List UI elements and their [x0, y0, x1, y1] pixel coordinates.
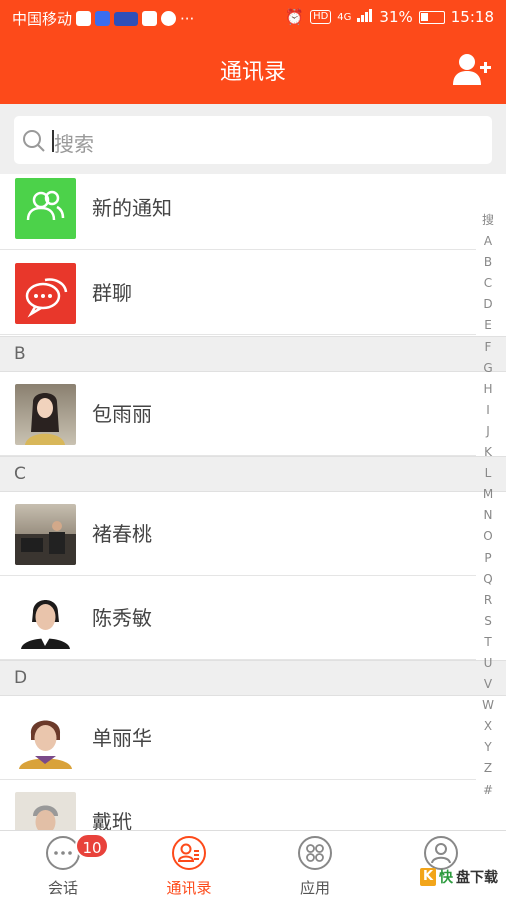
section-letter: D	[14, 668, 28, 688]
index-letter[interactable]: B	[484, 252, 492, 273]
index-letter[interactable]: K	[484, 442, 492, 463]
index-letter[interactable]: T	[484, 632, 491, 653]
news-notification-icon	[114, 11, 139, 26]
apps-grid-icon	[298, 836, 332, 870]
watermark-logo: K 快 盘下载	[420, 867, 498, 887]
battery-icon	[418, 10, 445, 24]
tab-label: 通讯录	[166, 879, 212, 897]
section-header-c: C	[0, 456, 506, 492]
contact-name: 褚春桃	[92, 522, 152, 546]
tab-apps[interactable]: 应用	[252, 831, 378, 900]
contact-row[interactable]: 陈秀敏	[0, 576, 476, 660]
contact-name: 单丽华	[92, 726, 152, 750]
list-item-new-notifications[interactable]: 新的通知	[0, 174, 476, 250]
add-contact-button[interactable]	[452, 52, 492, 86]
index-letter[interactable]: P	[484, 548, 491, 569]
index-letter[interactable]: #	[483, 780, 493, 801]
index-letter[interactable]: R	[484, 590, 492, 611]
index-letter[interactable]: E	[484, 315, 492, 336]
contact-row[interactable]: 褚春桃	[0, 492, 476, 576]
index-letter[interactable]: F	[485, 337, 492, 358]
section-letter: B	[14, 344, 26, 364]
index-letter[interactable]: J	[486, 421, 490, 442]
contact-row[interactable]: 戴玳	[0, 780, 476, 830]
profile-notification-icon	[142, 11, 158, 26]
index-letter[interactable]: G	[483, 358, 492, 379]
index-letter[interactable]: S	[484, 611, 492, 632]
index-letter[interactable]: A	[484, 231, 492, 252]
watermark-text-1: 快	[439, 870, 453, 886]
add-user-icon	[453, 54, 491, 85]
item-label: 群聊	[92, 281, 132, 305]
signal-icon	[357, 8, 373, 26]
index-letter[interactable]: I	[486, 400, 490, 421]
search-area: 搜索	[0, 104, 506, 174]
page-title: 通讯录	[219, 60, 286, 85]
index-letter[interactable]: V	[484, 674, 492, 695]
app-notification-icon	[76, 11, 92, 26]
index-letter[interactable]: N	[484, 505, 493, 526]
alphabet-index[interactable]: 搜 A B C D E F G H I J K L M N O P Q R S T U V W X Y Z #	[478, 210, 498, 801]
contact-row[interactable]: 包雨丽	[0, 372, 476, 456]
status-bar: 中国移动 ··· ⏰ HD 4G 31% 15:18	[0, 0, 506, 34]
wechat-notification-icon	[161, 11, 177, 26]
index-letter[interactable]: H	[483, 379, 492, 400]
index-letter[interactable]: Y	[484, 737, 491, 758]
network-type: 4G	[337, 11, 352, 23]
battery-percent: 31%	[379, 8, 413, 26]
index-letter[interactable]: Z	[484, 758, 492, 779]
tab-label: 会话	[47, 879, 78, 897]
index-letter[interactable]: L	[485, 463, 492, 484]
search-icon	[23, 130, 45, 152]
contact-name: 戴玳	[92, 810, 132, 830]
clock: 15:18	[450, 8, 494, 26]
avatar	[15, 708, 76, 769]
app-header: 通讯录	[0, 34, 506, 104]
unread-badge: 10	[75, 833, 109, 859]
tab-label: 应用	[299, 879, 330, 897]
avatar	[15, 588, 76, 649]
index-letter[interactable]: M	[483, 484, 493, 505]
index-letter[interactable]: Q	[483, 569, 492, 590]
index-letter[interactable]: C	[484, 273, 492, 294]
contact-book-icon	[172, 836, 206, 870]
index-letter[interactable]: 搜	[482, 210, 494, 231]
index-letter[interactable]: X	[484, 716, 492, 737]
carrier-label: 中国移动	[12, 10, 73, 28]
avatar	[15, 384, 76, 445]
search-input[interactable]: 搜索	[14, 116, 492, 164]
section-header-d: D	[0, 660, 506, 696]
new-notifications-avatar	[15, 178, 76, 239]
section-header-b: B	[0, 336, 506, 372]
avatar	[15, 792, 76, 830]
contact-row[interactable]: 单丽华	[0, 696, 476, 780]
baidu-notification-icon	[95, 11, 111, 26]
bottom-nav: 10 会话 通讯录 应用 K 快 盘下载	[0, 830, 506, 900]
watermark-text-2: 盘下载	[456, 870, 498, 886]
tab-profile[interactable]	[378, 831, 504, 900]
more-notifications: ···	[180, 9, 195, 28]
contact-name: 陈秀敏	[92, 606, 152, 630]
tab-conversations[interactable]: 10 会话	[0, 831, 126, 900]
chat-bubble-icon	[25, 278, 68, 318]
item-label: 新的通知	[92, 196, 172, 220]
section-letter: C	[14, 464, 26, 484]
profile-icon	[424, 836, 458, 870]
search-placeholder: 搜索	[54, 132, 94, 156]
index-letter[interactable]: D	[483, 294, 492, 315]
avatar	[15, 504, 76, 565]
index-letter[interactable]: O	[483, 526, 492, 547]
watermark-k: K	[420, 868, 436, 886]
index-letter[interactable]: W	[482, 695, 494, 716]
group-chat-avatar	[15, 263, 76, 324]
index-letter[interactable]: U	[484, 653, 493, 674]
contact-list[interactable]: 新的通知 群聊 B 包雨丽 C 褚春桃 陈秀敏 D 单丽华 戴玳	[0, 174, 506, 830]
contact-name: 包雨丽	[92, 402, 152, 426]
list-item-group-chat[interactable]: 群聊	[0, 251, 476, 335]
contacts-icon	[26, 190, 65, 221]
tab-contacts[interactable]: 通讯录	[126, 831, 252, 900]
hd-icon: HD	[310, 10, 332, 24]
alarm-icon: ⏰	[285, 8, 305, 26]
